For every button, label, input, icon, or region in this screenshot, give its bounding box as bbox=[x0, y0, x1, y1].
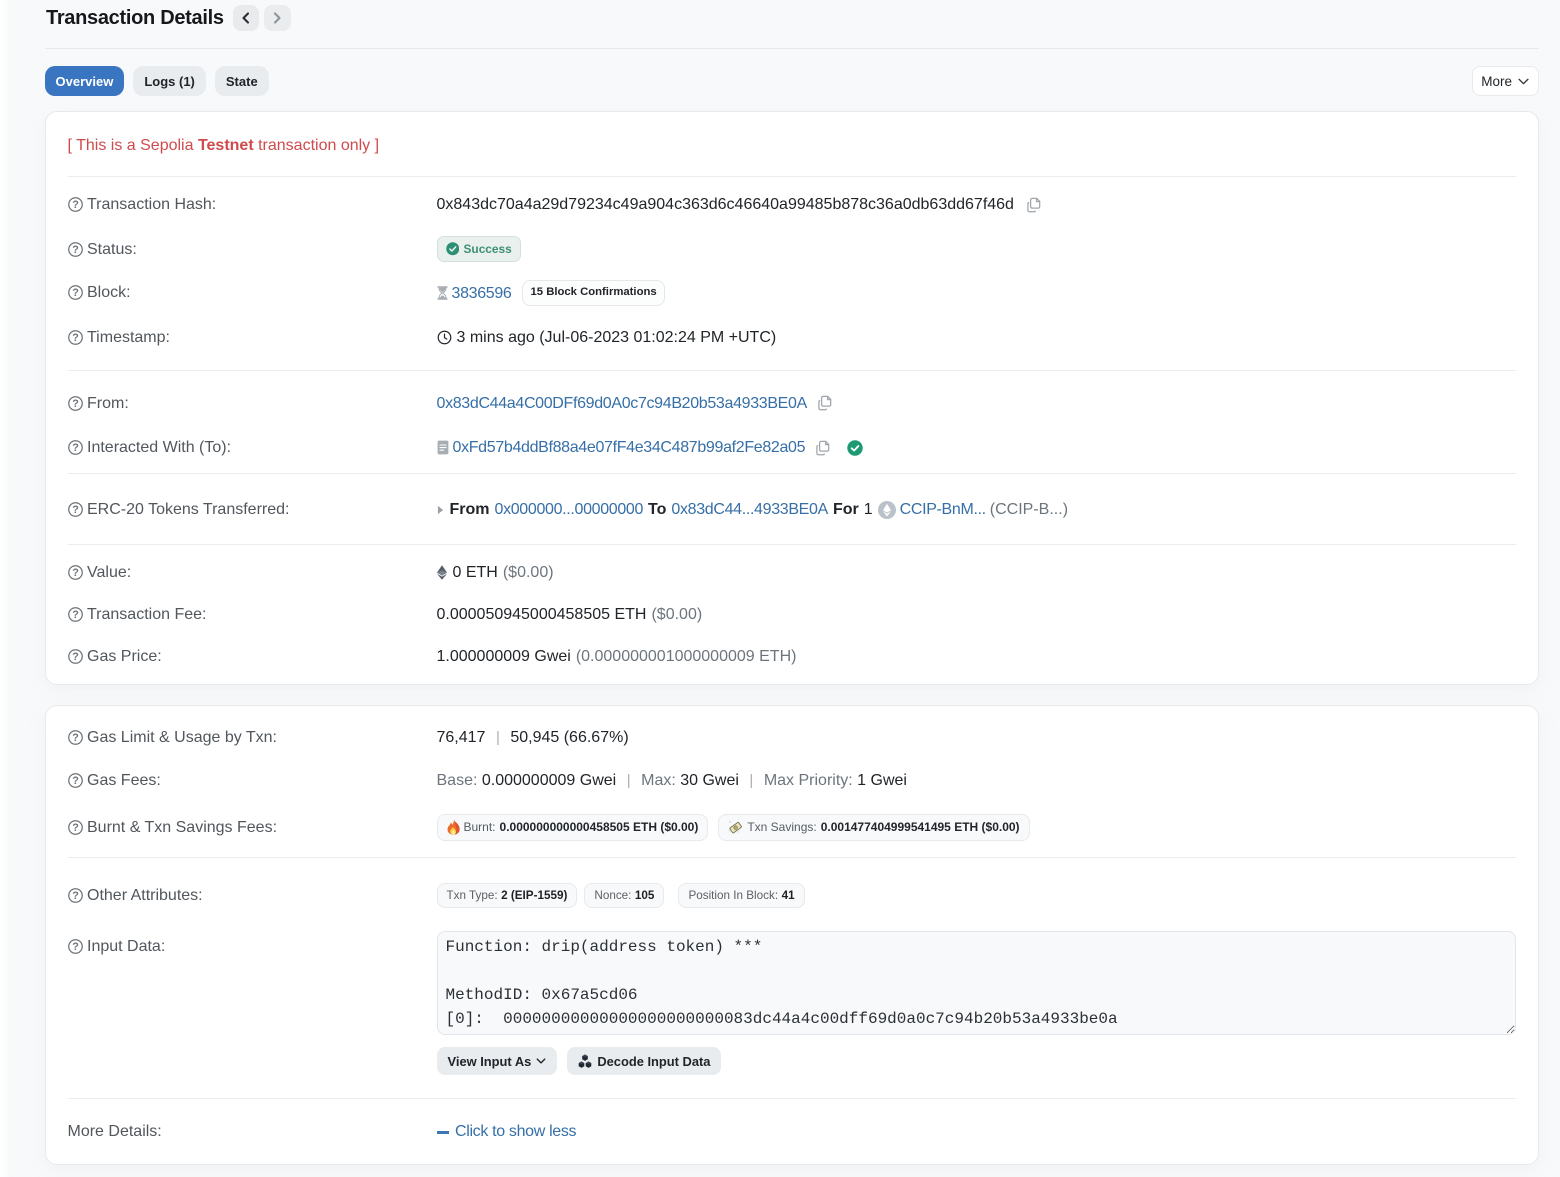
svg-text:?: ? bbox=[72, 822, 79, 834]
svg-text:?: ? bbox=[72, 398, 79, 410]
svg-text:?: ? bbox=[72, 567, 79, 579]
svg-text:?: ? bbox=[72, 941, 79, 953]
svg-text:?: ? bbox=[72, 332, 79, 344]
svg-text:?: ? bbox=[72, 609, 79, 621]
svg-text:?: ? bbox=[72, 504, 79, 516]
svg-text:?: ? bbox=[72, 732, 79, 744]
svg-text:?: ? bbox=[72, 890, 79, 902]
svg-text:?: ? bbox=[72, 442, 79, 454]
svg-text:?: ? bbox=[72, 651, 79, 663]
svg-text:?: ? bbox=[72, 287, 79, 299]
svg-text:?: ? bbox=[72, 775, 79, 787]
svg-text:?: ? bbox=[72, 199, 79, 211]
svg-text:?: ? bbox=[72, 244, 79, 256]
